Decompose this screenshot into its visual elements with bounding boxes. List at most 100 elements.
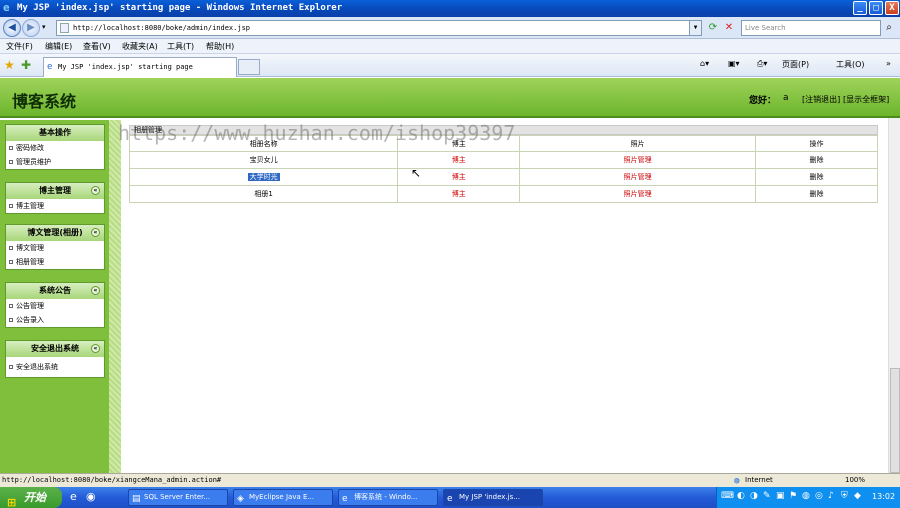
taskbar-item-my-jsp[interactable]: e My JSP 'index.js... bbox=[443, 489, 543, 506]
photo-manage-link[interactable]: 照片管理 bbox=[519, 151, 757, 169]
tray-icon[interactable]: ◍ bbox=[802, 491, 810, 501]
tools-menu[interactable]: 工具(O) bbox=[836, 59, 865, 70]
ie-window-icon: e bbox=[342, 494, 348, 504]
logout-link[interactable]: [注销退出] bbox=[802, 94, 840, 105]
panel-header[interactable]: 博主管理 « bbox=[6, 183, 104, 199]
tray-icon[interactable]: ◎ bbox=[815, 491, 823, 501]
panel-header[interactable]: 基本操作 bbox=[6, 125, 104, 141]
menu-file[interactable]: 文件(F) bbox=[6, 41, 33, 52]
bullet-icon bbox=[9, 204, 13, 208]
sidebar-item-label: 相册管理 bbox=[16, 258, 44, 266]
frame-divider[interactable] bbox=[109, 120, 121, 473]
maximize-button[interactable]: □ bbox=[869, 1, 883, 15]
tab-label: My JSP 'index.jsp' starting page bbox=[58, 63, 193, 71]
bullet-icon bbox=[9, 318, 13, 322]
panel-title: 安全退出系统 bbox=[31, 344, 79, 353]
volume-icon[interactable]: ♪ bbox=[828, 491, 834, 501]
page-menu[interactable]: 页面(P) bbox=[782, 59, 809, 70]
sidebar-item-albums-manage[interactable]: 相册管理 bbox=[6, 255, 104, 269]
menu-edit[interactable]: 编辑(E) bbox=[45, 41, 72, 52]
panel-header[interactable]: 系统公告 « bbox=[6, 283, 104, 299]
sidebar-item-exit[interactable]: 安全退出系统 bbox=[6, 357, 104, 377]
back-icon[interactable]: ◀ bbox=[3, 19, 21, 37]
bullet-icon bbox=[9, 146, 13, 150]
taskbar-item-myeclipse[interactable]: ◈ MyEclipse Java E... bbox=[233, 489, 333, 506]
sidebar-item-label: 管理员维护 bbox=[16, 158, 51, 166]
url-input[interactable]: http://localhost:8080/boke/admin/index.j… bbox=[56, 20, 702, 36]
photo-manage-link[interactable]: 照片管理 bbox=[519, 185, 757, 203]
sidebar-item-notice-manage[interactable]: 公告管理 bbox=[6, 299, 104, 313]
site-header: 博客系统 您好： a [注销退出] [显示全框架] bbox=[0, 78, 900, 118]
security-zone: Internet bbox=[745, 476, 773, 484]
browser-tab[interactable]: e My JSP 'index.jsp' starting page bbox=[43, 57, 237, 77]
collapse-icon[interactable]: « bbox=[91, 344, 100, 353]
tray-icon[interactable]: ◐ bbox=[737, 491, 745, 501]
feeds-icon[interactable]: ▣▾ bbox=[728, 59, 740, 68]
photo-manage-link[interactable]: 照片管理 bbox=[519, 168, 757, 186]
owner-link[interactable]: 博主 bbox=[397, 185, 521, 203]
sidebar-item-posts-manage[interactable]: 博文管理 bbox=[6, 241, 104, 255]
home-icon[interactable]: ⌂▾ bbox=[700, 59, 709, 68]
myeclipse-icon: ◈ bbox=[237, 494, 244, 504]
network-icon[interactable]: ▣ bbox=[776, 491, 785, 501]
collapse-icon[interactable]: « bbox=[91, 286, 100, 295]
start-button[interactable]: ⊞ 开始 bbox=[0, 487, 62, 508]
quicklaunch-ie-icon[interactable]: e bbox=[70, 490, 77, 503]
collapse-icon[interactable]: « bbox=[91, 186, 100, 195]
url-dropdown-icon[interactable]: ▼ bbox=[689, 21, 701, 35]
tray-icon[interactable]: ✎ bbox=[763, 491, 771, 501]
menu-help[interactable]: 帮助(H) bbox=[206, 41, 234, 52]
panel-header[interactable]: 安全退出系统 « bbox=[6, 341, 104, 357]
ie-icon: e bbox=[3, 1, 10, 14]
bullet-icon bbox=[9, 160, 13, 164]
page-icon bbox=[60, 23, 69, 33]
shield-icon[interactable]: ⛨ bbox=[841, 491, 848, 501]
refresh-icon[interactable]: ⟳ bbox=[706, 21, 720, 35]
album-name: 宝贝女儿 bbox=[128, 151, 399, 169]
tray-icon[interactable]: ◆ bbox=[854, 491, 861, 501]
taskbar-item-blog-system[interactable]: e 博客系统 - Windo... bbox=[338, 489, 438, 506]
favorites-star-icon[interactable]: ★ bbox=[4, 58, 15, 72]
minimize-button[interactable]: _ bbox=[853, 1, 867, 15]
status-bar: http://localhost:8080/boke/xiangceMana_a… bbox=[0, 473, 900, 487]
show-frame-link[interactable]: [显示全框架] bbox=[843, 94, 889, 105]
address-bar: ◀ ▶ ▾ http://localhost:8080/boke/admin/i… bbox=[0, 17, 900, 39]
sidebar-item-password[interactable]: 密码修改 bbox=[6, 141, 104, 155]
search-input[interactable]: Live Search bbox=[741, 20, 881, 36]
scrollbar-thumb[interactable] bbox=[890, 368, 900, 473]
add-favorite-icon[interactable]: ✚ bbox=[21, 58, 31, 72]
tray-icon[interactable]: ⚑ bbox=[789, 491, 797, 501]
new-tab-button[interactable] bbox=[238, 59, 260, 75]
delete-link[interactable]: 删除 bbox=[755, 168, 878, 186]
album-name: 大学时光 bbox=[247, 173, 280, 181]
sidebar-item-notice-add[interactable]: 公告录入 bbox=[6, 313, 104, 327]
taskbar-item-sqlserver[interactable]: ▤ SQL Server Enter... bbox=[128, 489, 228, 506]
url-text: http://localhost:8080/boke/admin/index.j… bbox=[73, 24, 251, 32]
status-url: http://localhost:8080/boke/xiangceMana_a… bbox=[2, 476, 222, 484]
zoom-level[interactable]: 100% bbox=[845, 474, 865, 487]
quicklaunch-browser-icon[interactable]: ◉ bbox=[86, 490, 96, 503]
tray-icon[interactable]: ◑ bbox=[750, 491, 758, 501]
bullet-icon bbox=[9, 304, 13, 308]
delete-link[interactable]: 删除 bbox=[755, 185, 878, 203]
close-button[interactable]: X bbox=[885, 1, 899, 15]
keyboard-icon[interactable]: ⌨ bbox=[721, 491, 734, 501]
panel-header[interactable]: 博文管理(相册) « bbox=[6, 225, 104, 241]
sidebar-item-blogger-manage[interactable]: 博主管理 bbox=[6, 199, 104, 213]
greeting-label: 您好： bbox=[749, 96, 777, 106]
delete-link[interactable]: 删除 bbox=[755, 151, 878, 169]
history-dropdown-icon[interactable]: ▾ bbox=[42, 23, 46, 31]
stop-icon[interactable]: ✕ bbox=[722, 21, 736, 35]
menu-favorites[interactable]: 收藏夹(A) bbox=[122, 41, 158, 52]
system-tray: ⌨ ◐ ◑ ✎ ▣ ⚑ ◍ ◎ ♪ ⛨ ◆ 13:02 bbox=[716, 487, 900, 508]
more-commands-icon[interactable]: » bbox=[886, 59, 891, 68]
print-icon[interactable]: ⎙▾ bbox=[757, 59, 767, 69]
forward-icon[interactable]: ▶ bbox=[22, 19, 40, 37]
menu-view[interactable]: 查看(V) bbox=[83, 41, 111, 52]
site-title: 博客系统 bbox=[12, 92, 77, 111]
search-icon[interactable]: ⌕ bbox=[881, 20, 897, 36]
menu-tools[interactable]: 工具(T) bbox=[167, 41, 194, 52]
vertical-scrollbar[interactable] bbox=[888, 118, 900, 473]
sidebar-item-admin[interactable]: 管理员维护 bbox=[6, 155, 104, 169]
collapse-icon[interactable]: « bbox=[91, 228, 100, 237]
